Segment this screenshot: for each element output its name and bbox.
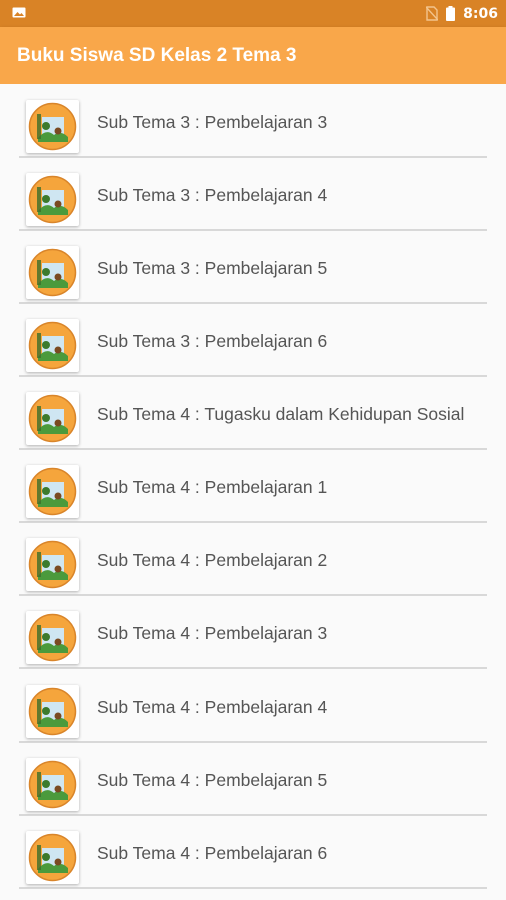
list-item-label: Sub Tema 4 : Pembelajaran 2 (97, 550, 328, 570)
book-cover-icon (26, 392, 79, 445)
app-bar: Buku Siswa SD Kelas 2 Tema 3 (0, 27, 506, 84)
status-bar: 8:06 (0, 0, 506, 27)
list-item[interactable]: Sub Tema 4 : Pembelajaran 6 (19, 819, 487, 889)
status-time: 8:06 (463, 5, 498, 22)
list-item-label: Sub Tema 4 : Tugasku dalam Kehidupan Sos… (97, 404, 465, 424)
book-cover-icon (26, 758, 79, 811)
list-item[interactable]: Sub Tema 4 : Pembelajaran 4 (19, 673, 487, 743)
list-item[interactable]: Sub Tema 3 : Pembelajaran 6 (19, 307, 487, 377)
list-item[interactable]: Sub Tema 4 : Pembelajaran 1 (19, 453, 487, 523)
list-item[interactable]: Sub Tema 3 : Pembelajaran 3 (19, 88, 487, 158)
lesson-list: Sub Tema 3 : Pembelajaran 3 Sub Tema 3 :… (0, 84, 506, 900)
list-item-label: Sub Tema 4 : Pembelajaran 3 (97, 623, 328, 643)
book-cover-icon (26, 538, 79, 591)
book-cover-icon (26, 319, 79, 372)
list-item-label: Sub Tema 4 : Pembelajaran 4 (97, 697, 328, 717)
image-icon (12, 7, 26, 18)
list-item[interactable]: Sub Tema 4 : Pembelajaran 2 (19, 526, 487, 596)
list-item-label: Sub Tema 4 : Pembelajaran 1 (97, 477, 328, 497)
list-item[interactable]: Sub Tema 4 : Pembelajaran 3 (19, 599, 487, 669)
book-cover-icon (26, 685, 79, 738)
book-cover-icon (26, 246, 79, 299)
book-cover-icon (26, 465, 79, 518)
list-item[interactable]: Sub Tema 4 : Pembelajaran 5 (19, 746, 487, 816)
book-cover-icon (26, 173, 79, 226)
list-item-label: Sub Tema 3 : Pembelajaran 5 (97, 258, 328, 278)
book-cover-icon (26, 611, 79, 664)
page-title: Buku Siswa SD Kelas 2 Tema 3 (17, 45, 297, 66)
list-item[interactable]: Sub Tema 4 : Tugasku dalam Kehidupan Sos… (19, 380, 487, 450)
list-item-label: Sub Tema 4 : Pembelajaran 6 (97, 843, 328, 863)
list-item-label: Sub Tema 3 : Pembelajaran 6 (97, 331, 328, 351)
list-item-label: Sub Tema 3 : Pembelajaran 3 (97, 112, 328, 132)
list-item-label: Sub Tema 4 : Pembelajaran 5 (97, 770, 328, 790)
book-cover-icon (26, 831, 79, 884)
list-item[interactable]: Sub Tema 3 : Pembelajaran 4 (19, 161, 487, 231)
battery-icon (446, 6, 456, 21)
list-item[interactable]: Sub Tema 3 : Pembelajaran 5 (19, 234, 487, 304)
book-cover-icon (26, 100, 79, 153)
list-item-label: Sub Tema 3 : Pembelajaran 4 (97, 185, 328, 205)
no-sim-icon (426, 6, 439, 21)
